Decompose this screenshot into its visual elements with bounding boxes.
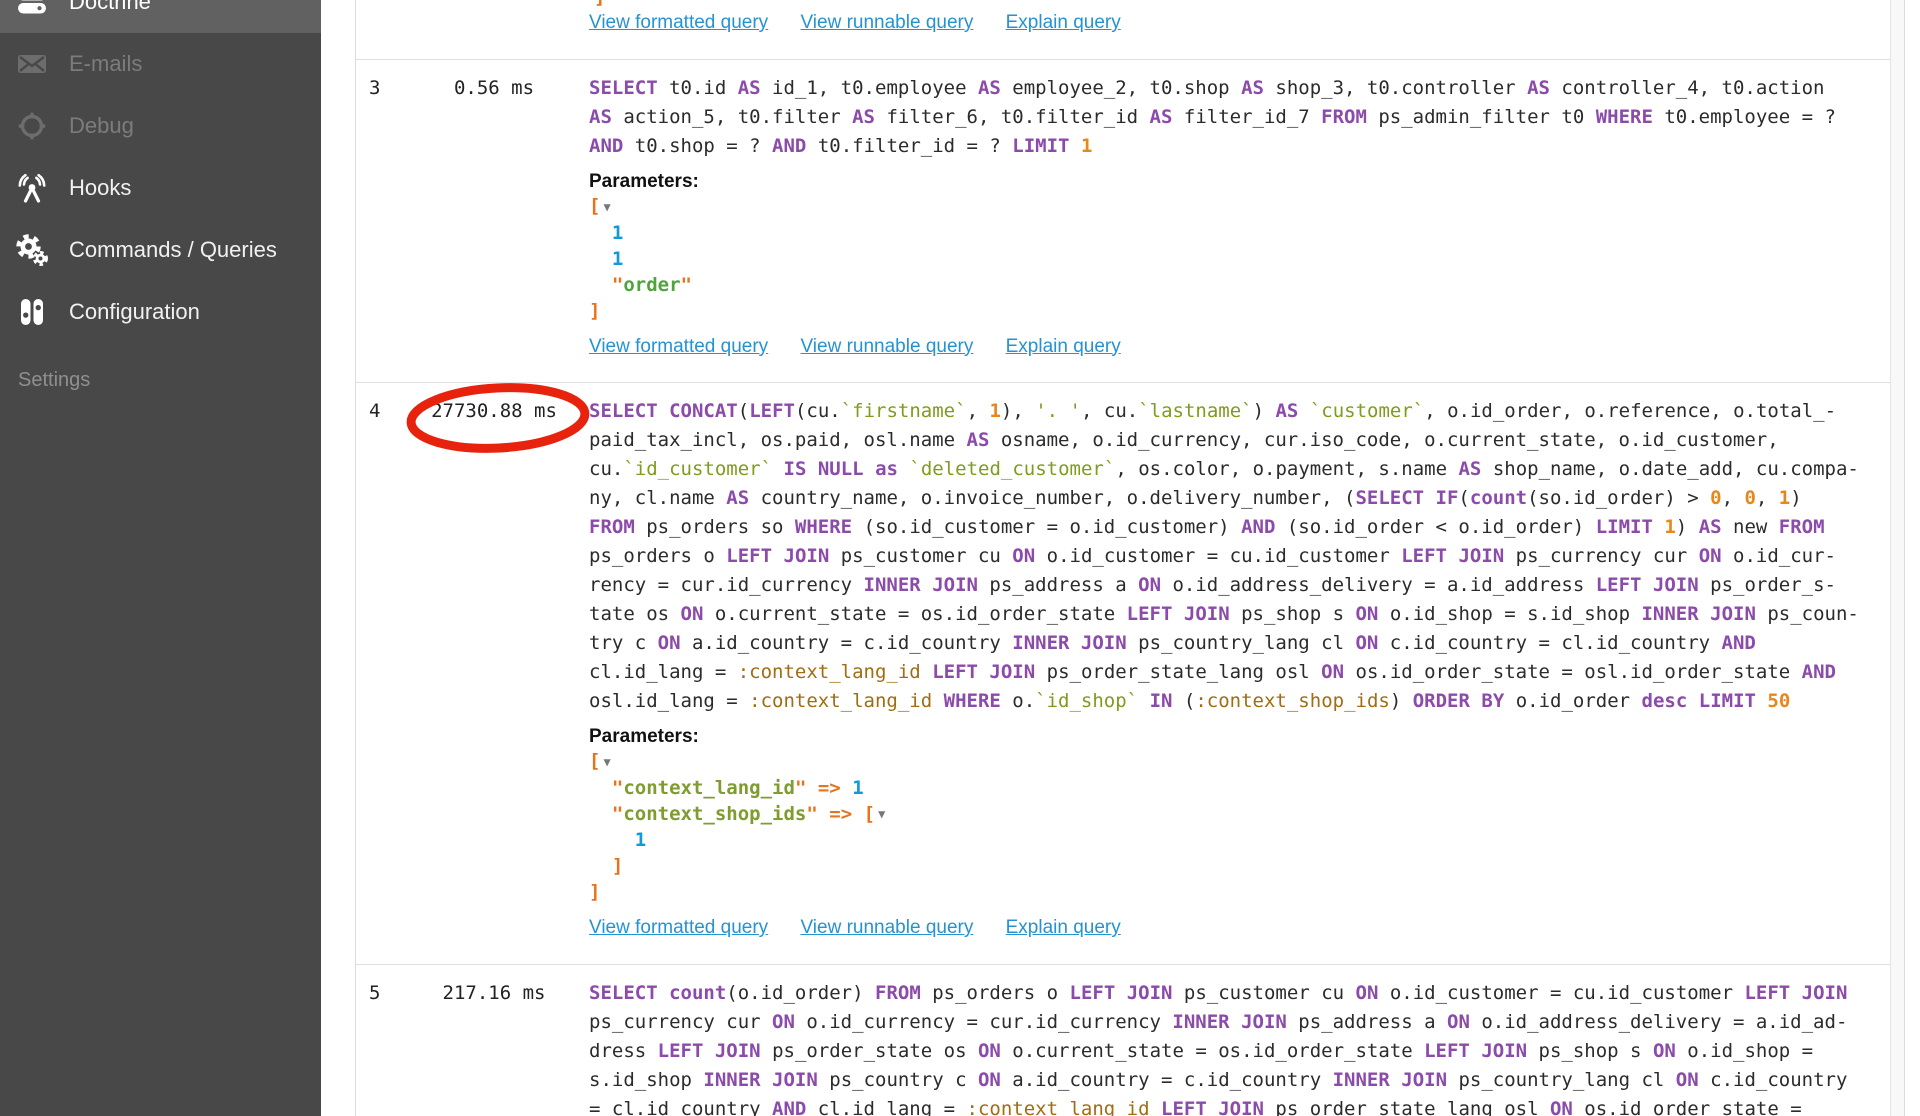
query-links: View formatted query View runnable query… xyxy=(589,336,1888,358)
query-time: 217.16 ms xyxy=(414,979,574,1116)
profiler-sidebar: Doctrine E-mails Debug xyxy=(0,0,321,1116)
collapse-toggle-icon[interactable]: ▼ xyxy=(875,807,885,821)
query-index: 5 xyxy=(369,979,414,1116)
query-links: View formatted query View runnable query… xyxy=(589,12,1148,34)
query-index: 4 xyxy=(369,397,414,964)
sidebar-item-label: Doctrine xyxy=(69,0,151,15)
target-icon xyxy=(15,109,49,143)
parameters-label: Parameters: xyxy=(589,171,1888,193)
scrollbar-track[interactable] xyxy=(1890,0,1904,1116)
sidebar-item-label: E-mails xyxy=(69,51,142,77)
sql-text: SELECT count(o.id_order) FROM ps_orders … xyxy=(589,979,1888,1116)
sql-text: SELECT t0.id AS id_1, t0.employee AS emp… xyxy=(589,74,1888,161)
view-runnable-query-link[interactable]: View runnable query xyxy=(800,917,973,938)
view-formatted-query-link[interactable]: View formatted query xyxy=(589,917,768,938)
query-row-partial: ] View formatted query View runnable que… xyxy=(356,0,1904,60)
collapse-toggle-icon[interactable]: ▼ xyxy=(600,200,610,214)
envelope-icon xyxy=(15,47,49,81)
sql-text: SELECT CONCAT(LEFT(cu.`firstname`, 1), '… xyxy=(589,397,1888,716)
explain-query-link[interactable]: Explain query xyxy=(1006,917,1121,938)
view-runnable-query-link[interactable]: View runnable query xyxy=(800,12,973,33)
sidebar-item-debug[interactable]: Debug xyxy=(0,95,321,157)
sidebar-item-doctrine-clip: Doctrine xyxy=(0,0,321,33)
view-formatted-query-link[interactable]: View formatted query xyxy=(589,12,768,33)
database-icon xyxy=(15,0,49,19)
query-row: 5 217.16 ms SELECT count(o.id_order) FRO… xyxy=(356,965,1904,1116)
toggles-icon xyxy=(15,295,49,329)
query-index: 3 xyxy=(369,74,414,382)
sidebar-item-hooks[interactable]: Hooks xyxy=(0,157,321,219)
collapse-toggle-icon[interactable]: ▼ xyxy=(600,755,610,769)
sidebar-item-label: Hooks xyxy=(69,175,131,201)
sidebar-item-commands-queries[interactable]: Commands / Queries xyxy=(0,219,321,281)
gears-icon xyxy=(15,233,49,267)
query-time: 0.56 ms xyxy=(414,74,574,382)
explain-query-link[interactable]: Explain query xyxy=(1006,336,1121,357)
sidebar-item-doctrine[interactable]: Doctrine xyxy=(0,0,321,33)
query-time: 27730.88 ms xyxy=(414,397,574,964)
sidebar-section-settings: Settings xyxy=(0,369,321,392)
sidebar-item-emails[interactable]: E-mails xyxy=(0,33,321,95)
queries-panel: ] View formatted query View runnable que… xyxy=(355,0,1905,1116)
sidebar-item-configuration[interactable]: Configuration xyxy=(0,281,321,343)
view-runnable-query-link[interactable]: View runnable query xyxy=(800,336,973,357)
antenna-icon xyxy=(15,171,49,205)
query-links: View formatted query View runnable query… xyxy=(589,917,1888,939)
sidebar-item-label: Debug xyxy=(69,113,134,139)
sidebar-item-label: Commands / Queries xyxy=(69,237,277,263)
closing-bracket: ] xyxy=(594,0,605,8)
query-row: 4 27730.88 ms SELECT CONCAT(LEFT(cu.`fir… xyxy=(356,383,1904,965)
view-formatted-query-link[interactable]: View formatted query xyxy=(589,336,768,357)
explain-query-link[interactable]: Explain query xyxy=(1006,12,1121,33)
sidebar-item-label: Configuration xyxy=(69,299,200,325)
parameters-block: [▼ "context_lang_id" => 1 "context_shop_… xyxy=(589,748,1888,905)
parameters-block: [▼ 1 1 "order"] xyxy=(589,193,1888,324)
query-row: 3 0.56 ms SELECT t0.id AS id_1, t0.emplo… xyxy=(356,60,1904,383)
parameters-label: Parameters: xyxy=(589,726,1888,748)
profiler-page: Doctrine E-mails Debug xyxy=(0,0,1920,1116)
